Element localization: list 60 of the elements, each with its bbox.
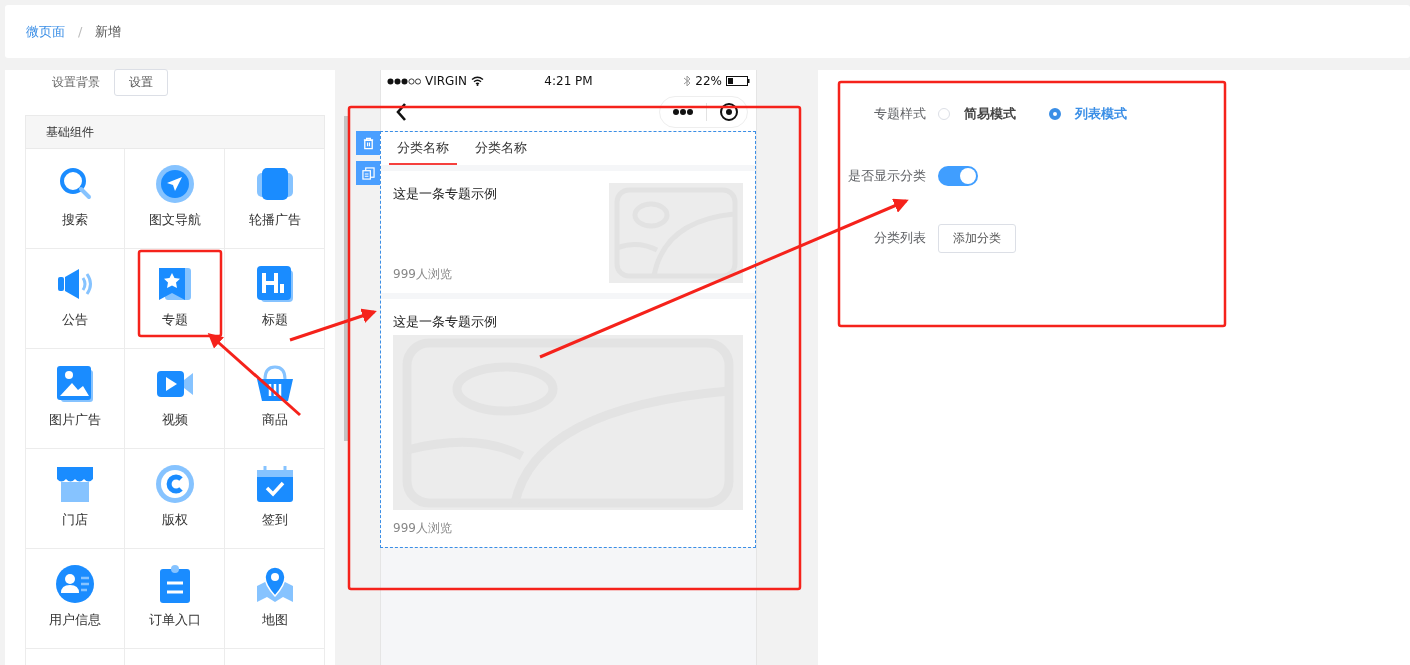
user-card-icon — [55, 564, 95, 604]
wifi-icon — [470, 76, 484, 86]
set-button[interactable]: 设置 — [114, 68, 168, 96]
image-placeholder-icon — [609, 183, 743, 283]
component-tile[interactable]: 地图 — [225, 549, 325, 649]
more-icon[interactable] — [672, 107, 694, 116]
category-tab[interactable]: 分类名称 — [467, 132, 535, 165]
battery-percent: 22% — [695, 74, 722, 88]
background-label: 设置背景 — [52, 73, 100, 91]
topic-title: 这是一条专题示例 — [393, 185, 497, 203]
storefront-icon — [55, 464, 95, 504]
component-tile[interactable]: 专题 — [125, 249, 225, 349]
view-count: 999人浏览 — [393, 520, 453, 537]
map-pin-icon — [254, 564, 295, 604]
breadcrumb-separator: / — [78, 24, 83, 39]
topic-title: 这是一条专题示例 — [393, 313, 498, 331]
component-tile[interactable]: 订单入口 — [125, 549, 225, 649]
field-label: 分类列表 — [873, 229, 926, 247]
basket-icon — [254, 364, 295, 404]
carrier-name: VIRGIN — [425, 74, 467, 88]
calendar-check-icon — [254, 464, 295, 504]
heading-icon — [254, 264, 295, 304]
component-tile[interactable]: 搜索 — [25, 149, 125, 249]
component-tile[interactable]: 签到 — [225, 449, 325, 549]
component-tile[interactable]: 商品 — [225, 349, 325, 449]
copy-icon — [361, 166, 375, 180]
field-label: 专题样式 — [873, 105, 926, 123]
component-tile[interactable]: 用户信息 — [25, 549, 125, 649]
component-tile[interactable]: 视频 — [125, 349, 225, 449]
back-icon[interactable] — [395, 101, 407, 122]
trash-icon — [361, 136, 375, 150]
component-tile[interactable]: 门店 — [25, 449, 125, 549]
add-category-button[interactable]: 添加分类 — [938, 223, 1016, 253]
signal-icon — [387, 77, 421, 85]
category-tab[interactable]: 分类名称 — [389, 132, 457, 165]
component-tile[interactable]: 图片广告 — [25, 349, 125, 449]
toggle-switch[interactable] — [938, 166, 978, 186]
delete-button[interactable] — [356, 131, 380, 155]
radio-button[interactable] — [1049, 108, 1061, 120]
battery-icon — [726, 76, 750, 86]
image-icon — [55, 364, 95, 404]
status-time: 4:21 PM — [544, 74, 593, 88]
field-label: 是否显示分类 — [847, 167, 926, 185]
bluetooth-icon — [683, 75, 692, 87]
view-count: 999人浏览 — [393, 266, 453, 283]
component-tile[interactable]: 标题 — [225, 249, 325, 349]
breadcrumb-item[interactable]: 微页面 — [26, 22, 65, 41]
component-tile[interactable]: 图文导航 — [125, 149, 225, 249]
copyright-icon — [154, 464, 195, 504]
component-tile[interactable]: 公告 — [25, 249, 125, 349]
breadcrumb-item: 新增 — [95, 22, 122, 41]
group-header: 基础组件 — [25, 115, 325, 149]
component-tile[interactable]: 轮播广告 — [225, 149, 325, 249]
radio-option[interactable]: 简易模式 — [938, 105, 1016, 123]
selected-component-frame[interactable]: 分类名称 分类名称 这是一条专题示例 999人浏览 这是一条专题示例 999人浏览 — [380, 131, 756, 548]
scrollbar[interactable] — [344, 116, 349, 441]
copy-button[interactable] — [356, 161, 380, 185]
image-placeholder-icon — [393, 335, 743, 510]
close-target-icon[interactable] — [719, 101, 739, 122]
component-tile[interactable]: 版权 — [125, 449, 225, 549]
